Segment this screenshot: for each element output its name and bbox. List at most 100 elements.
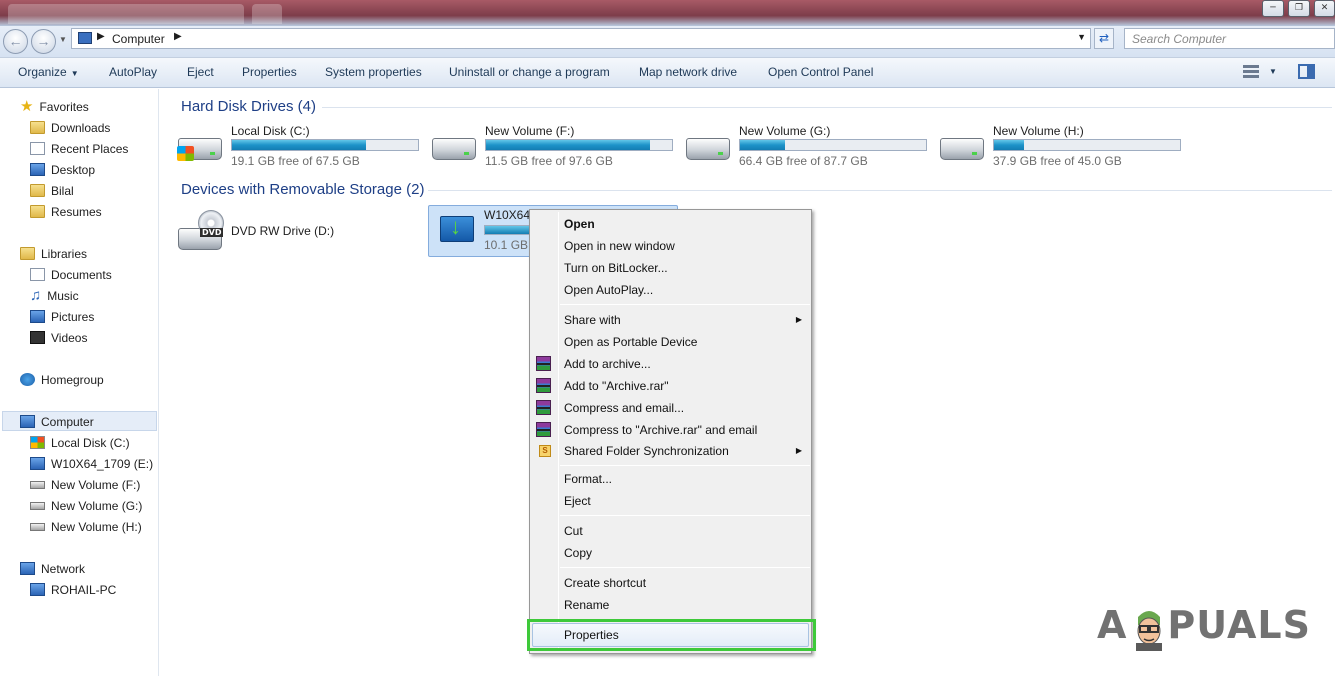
organize-button[interactable]: Organize ▼ [18,65,79,79]
hard-disk-drives-header[interactable]: Hard Disk Drives (4) [181,98,316,115]
drive-tile-g[interactable]: New Volume (G:) 66.4 GB free of 87.7 GB [686,124,936,172]
menu-open[interactable]: Open [564,217,595,231]
nav-documents[interactable]: Documents [30,265,112,285]
menu-share-with[interactable]: Share with [564,313,621,327]
music-icon: ♫ [30,287,42,304]
documents-icon [30,268,45,281]
drive-free-space: 19.1 GB free of 67.5 GB [231,154,360,168]
menu-open-portable-device[interactable]: Open as Portable Device [564,335,697,349]
menu-eject[interactable]: Eject [564,494,591,508]
menu-compress-and-email[interactable]: Compress and email... [564,401,684,415]
drive-free-space: 66.4 GB free of 87.7 GB [739,154,868,168]
desktop-icon [30,163,45,176]
dvd-badge: DVD [200,228,224,237]
nav-videos[interactable]: Videos [30,328,87,348]
nav-pictures[interactable]: Pictures [30,307,94,327]
properties-button[interactable]: Properties [242,65,297,79]
libraries-icon [20,247,35,260]
dvd-drive-tile[interactable]: DVD DVD RW Drive (D:) [178,210,428,258]
drive-name: New Volume (G:) [739,124,831,138]
nav-rohail-pc[interactable]: ROHAIL-PC [30,580,116,600]
nav-label: New Volume (G:) [51,499,143,513]
address-bar[interactable]: ▶ Computer ▶ ▼ [71,28,1091,49]
menu-rename[interactable]: Rename [564,598,609,612]
menu-shared-folder-sync[interactable]: Shared Folder Synchronization [564,444,729,458]
nav-recent-places[interactable]: Recent Places [30,139,128,159]
address-dropdown-icon[interactable]: ▼ [1077,32,1086,42]
map-network-drive-button[interactable]: Map network drive [639,65,737,79]
submenu-arrow-icon: ▶ [795,446,802,455]
refresh-button[interactable]: ⇄ [1094,28,1114,49]
menu-open-new-window[interactable]: Open in new window [564,239,675,253]
watermark-text-b: PUALS [1167,603,1311,647]
nav-local-disk-c[interactable]: Local Disk (C:) [30,433,130,453]
view-chevron-icon[interactable]: ▼ [1269,67,1277,76]
network-icon [20,562,35,575]
nav-label: Network [41,562,86,576]
drive-free-space: 11.5 GB free of 97.6 GB [485,154,613,168]
removable-storage-header[interactable]: Devices with Removable Storage (2) [181,181,424,198]
drive-tile-h[interactable]: New Volume (H:) 37.9 GB free of 45.0 GB [940,124,1190,172]
nav-volume-g[interactable]: New Volume (G:) [30,496,142,516]
minimize-button[interactable]: ─ [1262,0,1284,17]
sync-icon: S [539,445,551,457]
open-control-panel-button[interactable]: Open Control Panel [768,65,873,79]
nav-label: Downloads [51,121,111,135]
menu-bitlocker[interactable]: Turn on BitLocker... [564,261,668,275]
menu-format[interactable]: Format... [564,472,612,486]
drive-name: New Volume (H:) [993,124,1084,138]
drive-tile-f[interactable]: New Volume (F:) 11.5 GB free of 97.6 GB [432,124,682,172]
nav-w10x64-e[interactable]: W10X64_1709 (E:) [30,454,153,474]
system-properties-button[interactable]: System properties [325,65,422,79]
close-button[interactable]: ✕ [1314,0,1335,17]
breadcrumb-arrow-icon[interactable]: ▶ [174,31,182,42]
breadcrumb-arrow-icon[interactable]: ▶ [97,31,105,42]
nav-downloads[interactable]: Downloads [30,118,110,138]
drive-free-space: 10.1 GB [484,238,529,252]
menu-compress-rar-and-email[interactable]: Compress to "Archive.rar" and email [564,423,757,437]
nav-volume-h[interactable]: New Volume (H:) [30,517,142,537]
back-button[interactable]: ← [3,29,28,54]
view-options-icon[interactable] [1243,65,1259,79]
menu-copy[interactable]: Copy [564,546,592,560]
nav-computer[interactable]: Computer [2,411,157,431]
recent-pages-chevron-icon[interactable]: ▼ [59,35,67,44]
videos-icon [30,331,45,344]
homegroup-icon [20,373,35,386]
nav-homegroup[interactable]: Homegroup [20,370,104,390]
nav-volume-f[interactable]: New Volume (F:) [30,475,140,495]
command-bar: Organize ▼ AutoPlay Eject Properties Syst… [0,58,1335,88]
nav-libraries[interactable]: Libraries [20,244,87,264]
nav-favorites[interactable]: ★ Favorites [20,97,89,117]
organize-label: Organize [18,65,67,79]
nav-bilal[interactable]: Bilal [30,181,74,201]
eject-button[interactable]: Eject [187,65,214,79]
breadcrumb-location[interactable]: Computer [112,32,165,46]
autoplay-button[interactable]: AutoPlay [109,65,157,79]
nav-network[interactable]: Network [20,559,85,579]
capacity-bar [485,139,673,151]
menu-cut[interactable]: Cut [564,524,583,538]
menu-create-shortcut[interactable]: Create shortcut [564,576,646,590]
winrar-icon [536,378,551,393]
maximize-button[interactable]: ❐ [1288,0,1310,17]
nav-desktop[interactable]: Desktop [30,160,95,180]
nav-music[interactable]: ♫ Music [30,286,79,306]
appuals-mascot-icon [1136,611,1162,651]
search-input[interactable]: Search Computer [1124,28,1335,49]
drive-tile-c[interactable]: Local Disk (C:) 19.1 GB free of 67.5 GB [177,124,428,172]
hard-drive-icon [686,138,730,160]
menu-open-autoplay[interactable]: Open AutoPlay... [564,283,653,297]
preview-pane-icon[interactable] [1298,64,1315,79]
forward-button[interactable]: → [31,29,56,54]
menu-add-to-archive-rar[interactable]: Add to "Archive.rar" [564,379,669,393]
drive-free-space: 37.9 GB free of 45.0 GB [993,154,1122,168]
chevron-down-icon: ▼ [70,69,79,78]
menu-add-to-archive[interactable]: Add to archive... [564,357,651,371]
window-title-strip: ─ ❐ ✕ [0,0,1335,26]
section-divider [322,107,1332,108]
uninstall-program-button[interactable]: Uninstall or change a program [449,65,610,79]
folder-icon [30,184,45,197]
nav-resumes[interactable]: Resumes [30,202,102,222]
menu-separator [560,304,810,305]
